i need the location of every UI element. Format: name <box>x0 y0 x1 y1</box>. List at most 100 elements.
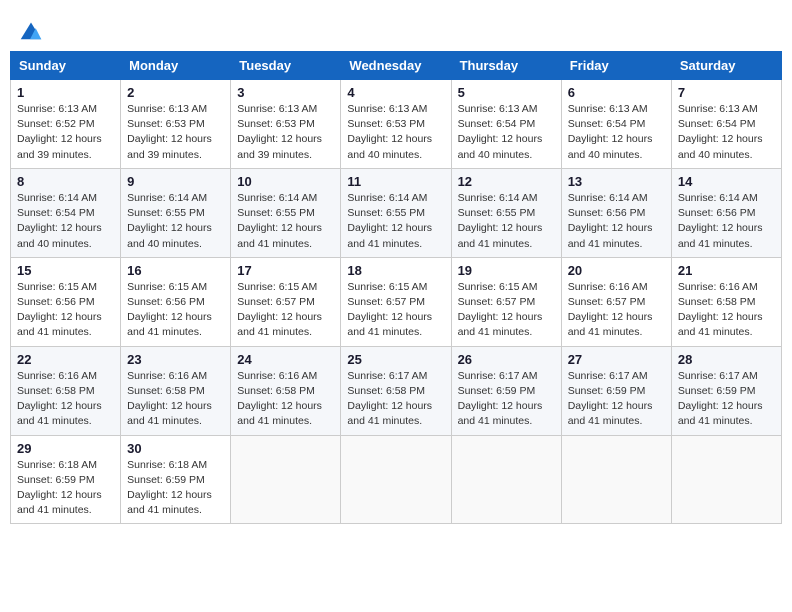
logo <box>15 15 45 43</box>
day-info: Sunrise: 6:18 AMSunset: 6:59 PMDaylight:… <box>127 458 224 519</box>
day-info: Sunrise: 6:13 AMSunset: 6:54 PMDaylight:… <box>568 102 665 163</box>
day-info: Sunrise: 6:18 AMSunset: 6:59 PMDaylight:… <box>17 458 114 519</box>
calendar-cell: 22Sunrise: 6:16 AMSunset: 6:58 PMDayligh… <box>11 346 121 435</box>
calendar-cell: 12 Sunrise: 6:14 AMSunset: 6:55 PMDayligh… <box>451 168 561 257</box>
day-info: Sunrise: 6:15 AMSunset: 6:57 PMDaylight:… <box>347 280 444 341</box>
day-info: Sunrise: 6:16 AMSunset: 6:57 PMDaylight:… <box>568 280 665 341</box>
calendar-cell: 19 Sunrise: 6:15 AMSunset: 6:57 PMDayligh… <box>451 257 561 346</box>
calendar-cell <box>231 435 341 524</box>
day-info: Sunrise: 6:14 AMSunset: 6:56 PMDaylight:… <box>568 191 665 252</box>
day-number: 2 <box>127 85 224 100</box>
day-info: Sunrise: 6:16 AMSunset: 6:58 PMDaylight:… <box>678 280 775 341</box>
calendar-week-row: 15 Sunrise: 6:15 AMSunset: 6:56 PMDayligh… <box>11 257 782 346</box>
day-number: 25 <box>347 352 444 367</box>
header-sunday: Sunday <box>11 52 121 80</box>
day-info: Sunrise: 6:16 AMSunset: 6:58 PMDaylight:… <box>237 369 334 430</box>
day-info: Sunrise: 6:15 AMSunset: 6:56 PMDaylight:… <box>127 280 224 341</box>
day-info: Sunrise: 6:17 AMSunset: 6:58 PMDaylight:… <box>347 369 444 430</box>
day-info: Sunrise: 6:13 AMSunset: 6:54 PMDaylight:… <box>458 102 555 163</box>
day-info: Sunrise: 6:14 AMSunset: 6:55 PMDaylight:… <box>458 191 555 252</box>
logo-icon <box>17 15 45 43</box>
day-number: 11 <box>347 174 444 189</box>
calendar-cell <box>561 435 671 524</box>
day-number: 8 <box>17 174 114 189</box>
calendar-cell <box>341 435 451 524</box>
day-info: Sunrise: 6:15 AMSunset: 6:57 PMDaylight:… <box>458 280 555 341</box>
day-number: 27 <box>568 352 665 367</box>
day-info: Sunrise: 6:16 AMSunset: 6:58 PMDaylight:… <box>17 369 114 430</box>
day-info: Sunrise: 6:13 AMSunset: 6:53 PMDaylight:… <box>237 102 334 163</box>
calendar-cell: 26 Sunrise: 6:17 AMSunset: 6:59 PMDayligh… <box>451 346 561 435</box>
day-number: 20 <box>568 263 665 278</box>
day-info: Sunrise: 6:15 AMSunset: 6:57 PMDaylight:… <box>237 280 334 341</box>
day-info: Sunrise: 6:14 AMSunset: 6:55 PMDaylight:… <box>347 191 444 252</box>
day-info: Sunrise: 6:14 AMSunset: 6:54 PMDaylight:… <box>17 191 114 252</box>
calendar-cell: 2 Sunrise: 6:13 AMSunset: 6:53 PMDaylight… <box>121 80 231 169</box>
calendar-cell: 20 Sunrise: 6:16 AMSunset: 6:57 PMDayligh… <box>561 257 671 346</box>
day-number: 1 <box>17 85 114 100</box>
day-number: 15 <box>17 263 114 278</box>
day-info: Sunrise: 6:14 AMSunset: 6:55 PMDaylight:… <box>127 191 224 252</box>
calendar-cell: 24 Sunrise: 6:16 AMSunset: 6:58 PMDayligh… <box>231 346 341 435</box>
day-info: Sunrise: 6:17 AMSunset: 6:59 PMDaylight:… <box>458 369 555 430</box>
day-info: Sunrise: 6:17 AMSunset: 6:59 PMDaylight:… <box>568 369 665 430</box>
calendar-cell <box>671 435 781 524</box>
day-number: 16 <box>127 263 224 278</box>
calendar-cell: 18Sunrise: 6:15 AMSunset: 6:57 PMDayligh… <box>341 257 451 346</box>
calendar-cell: 21 Sunrise: 6:16 AMSunset: 6:58 PMDayligh… <box>671 257 781 346</box>
day-info: Sunrise: 6:13 AMSunset: 6:53 PMDaylight:… <box>347 102 444 163</box>
day-info: Sunrise: 6:15 AMSunset: 6:56 PMDaylight:… <box>17 280 114 341</box>
calendar-cell: 13Sunrise: 6:14 AMSunset: 6:56 PMDayligh… <box>561 168 671 257</box>
calendar-week-row: 1 Sunrise: 6:13 AMSunset: 6:52 PMDaylight… <box>11 80 782 169</box>
day-number: 24 <box>237 352 334 367</box>
header-friday: Friday <box>561 52 671 80</box>
calendar-header-row: SundayMondayTuesdayWednesdayThursdayFrid… <box>11 52 782 80</box>
day-number: 12 <box>458 174 555 189</box>
calendar-cell: 9 Sunrise: 6:14 AMSunset: 6:55 PMDaylight… <box>121 168 231 257</box>
day-info: Sunrise: 6:16 AMSunset: 6:58 PMDaylight:… <box>127 369 224 430</box>
day-number: 23 <box>127 352 224 367</box>
header-thursday: Thursday <box>451 52 561 80</box>
day-number: 19 <box>458 263 555 278</box>
calendar-cell: 14 Sunrise: 6:14 AMSunset: 6:56 PMDayligh… <box>671 168 781 257</box>
day-number: 26 <box>458 352 555 367</box>
day-number: 14 <box>678 174 775 189</box>
calendar-cell: 23 Sunrise: 6:16 AMSunset: 6:58 PMDayligh… <box>121 346 231 435</box>
day-info: Sunrise: 6:14 AMSunset: 6:55 PMDaylight:… <box>237 191 334 252</box>
day-number: 4 <box>347 85 444 100</box>
day-number: 9 <box>127 174 224 189</box>
calendar-cell: 7 Sunrise: 6:13 AMSunset: 6:54 PMDaylight… <box>671 80 781 169</box>
calendar-week-row: 29 Sunrise: 6:18 AMSunset: 6:59 PMDayligh… <box>11 435 782 524</box>
day-number: 17 <box>237 263 334 278</box>
day-number: 5 <box>458 85 555 100</box>
day-number: 7 <box>678 85 775 100</box>
calendar-cell: 15 Sunrise: 6:15 AMSunset: 6:56 PMDayligh… <box>11 257 121 346</box>
day-number: 30 <box>127 441 224 456</box>
header <box>10 10 782 43</box>
day-info: Sunrise: 6:13 AMSunset: 6:54 PMDaylight:… <box>678 102 775 163</box>
day-info: Sunrise: 6:13 AMSunset: 6:53 PMDaylight:… <box>127 102 224 163</box>
day-number: 28 <box>678 352 775 367</box>
calendar-cell: 11 Sunrise: 6:14 AMSunset: 6:55 PMDayligh… <box>341 168 451 257</box>
calendar-week-row: 22Sunrise: 6:16 AMSunset: 6:58 PMDayligh… <box>11 346 782 435</box>
calendar-cell: 17 Sunrise: 6:15 AMSunset: 6:57 PMDayligh… <box>231 257 341 346</box>
day-number: 3 <box>237 85 334 100</box>
calendar-cell: 25 Sunrise: 6:17 AMSunset: 6:58 PMDayligh… <box>341 346 451 435</box>
calendar-cell <box>451 435 561 524</box>
calendar-cell: 4 Sunrise: 6:13 AMSunset: 6:53 PMDaylight… <box>341 80 451 169</box>
header-saturday: Saturday <box>671 52 781 80</box>
calendar-cell: 16 Sunrise: 6:15 AMSunset: 6:56 PMDayligh… <box>121 257 231 346</box>
day-number: 10 <box>237 174 334 189</box>
day-number: 29 <box>17 441 114 456</box>
calendar-cell: 27 Sunrise: 6:17 AMSunset: 6:59 PMDayligh… <box>561 346 671 435</box>
calendar-cell: 6Sunrise: 6:13 AMSunset: 6:54 PMDaylight… <box>561 80 671 169</box>
day-number: 21 <box>678 263 775 278</box>
header-monday: Monday <box>121 52 231 80</box>
calendar-cell: 29 Sunrise: 6:18 AMSunset: 6:59 PMDayligh… <box>11 435 121 524</box>
day-info: Sunrise: 6:14 AMSunset: 6:56 PMDaylight:… <box>678 191 775 252</box>
header-wednesday: Wednesday <box>341 52 451 80</box>
calendar-week-row: 8 Sunrise: 6:14 AMSunset: 6:54 PMDaylight… <box>11 168 782 257</box>
day-info: Sunrise: 6:13 AMSunset: 6:52 PMDaylight:… <box>17 102 114 163</box>
header-tuesday: Tuesday <box>231 52 341 80</box>
calendar-cell: 30 Sunrise: 6:18 AMSunset: 6:59 PMDayligh… <box>121 435 231 524</box>
